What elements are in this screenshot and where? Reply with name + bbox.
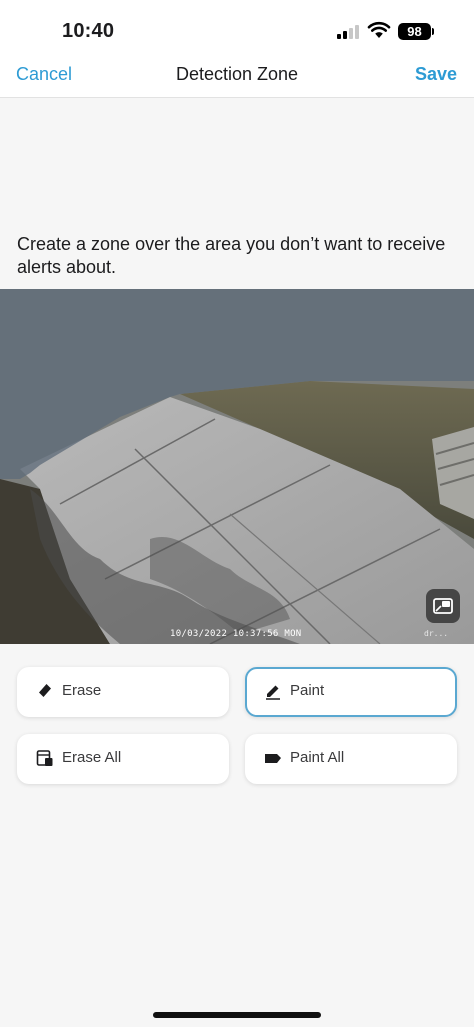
save-button[interactable]: Save	[415, 64, 457, 85]
picture-in-picture-icon	[433, 598, 453, 614]
paint-label: Paint	[290, 682, 325, 699]
camera-watermark: dr...	[424, 629, 449, 638]
paint-roller-icon	[265, 754, 281, 763]
cellular-signal-icon	[337, 24, 361, 39]
battery-nub	[432, 28, 434, 35]
camera-preview[interactable]: 10/03/2022 10:37:56 MON dr...	[0, 289, 474, 644]
home-indicator[interactable]	[153, 1012, 321, 1018]
cancel-button[interactable]: Cancel	[16, 64, 72, 85]
erase-all-button[interactable]: Erase All	[17, 734, 229, 784]
eraser-icon	[39, 684, 51, 697]
status-time: 10:40	[62, 20, 115, 42]
battery-indicator: 98	[398, 23, 431, 40]
instruction-text: Create a zone over the area you don’t wa…	[17, 234, 446, 277]
pencil-icon	[266, 685, 280, 700]
picture-in-picture-button[interactable]	[426, 589, 460, 623]
navigation-bar: Cancel Detection Zone Save	[0, 56, 474, 98]
paint-button[interactable]: Paint	[245, 667, 457, 717]
paint-all-button[interactable]: Paint All	[245, 734, 457, 784]
camera-timestamp: 10/03/2022 10:37:56 MON	[170, 629, 302, 639]
status-bar: 10:40 98	[0, 0, 474, 56]
wifi-icon	[367, 21, 391, 38]
trash-icon	[36, 750, 53, 766]
camera-image	[0, 289, 474, 644]
erase-label: Erase	[62, 682, 102, 699]
erase-all-label: Erase All	[62, 749, 122, 766]
paint-all-label: Paint All	[290, 749, 345, 766]
erase-button[interactable]: Erase	[17, 667, 229, 717]
